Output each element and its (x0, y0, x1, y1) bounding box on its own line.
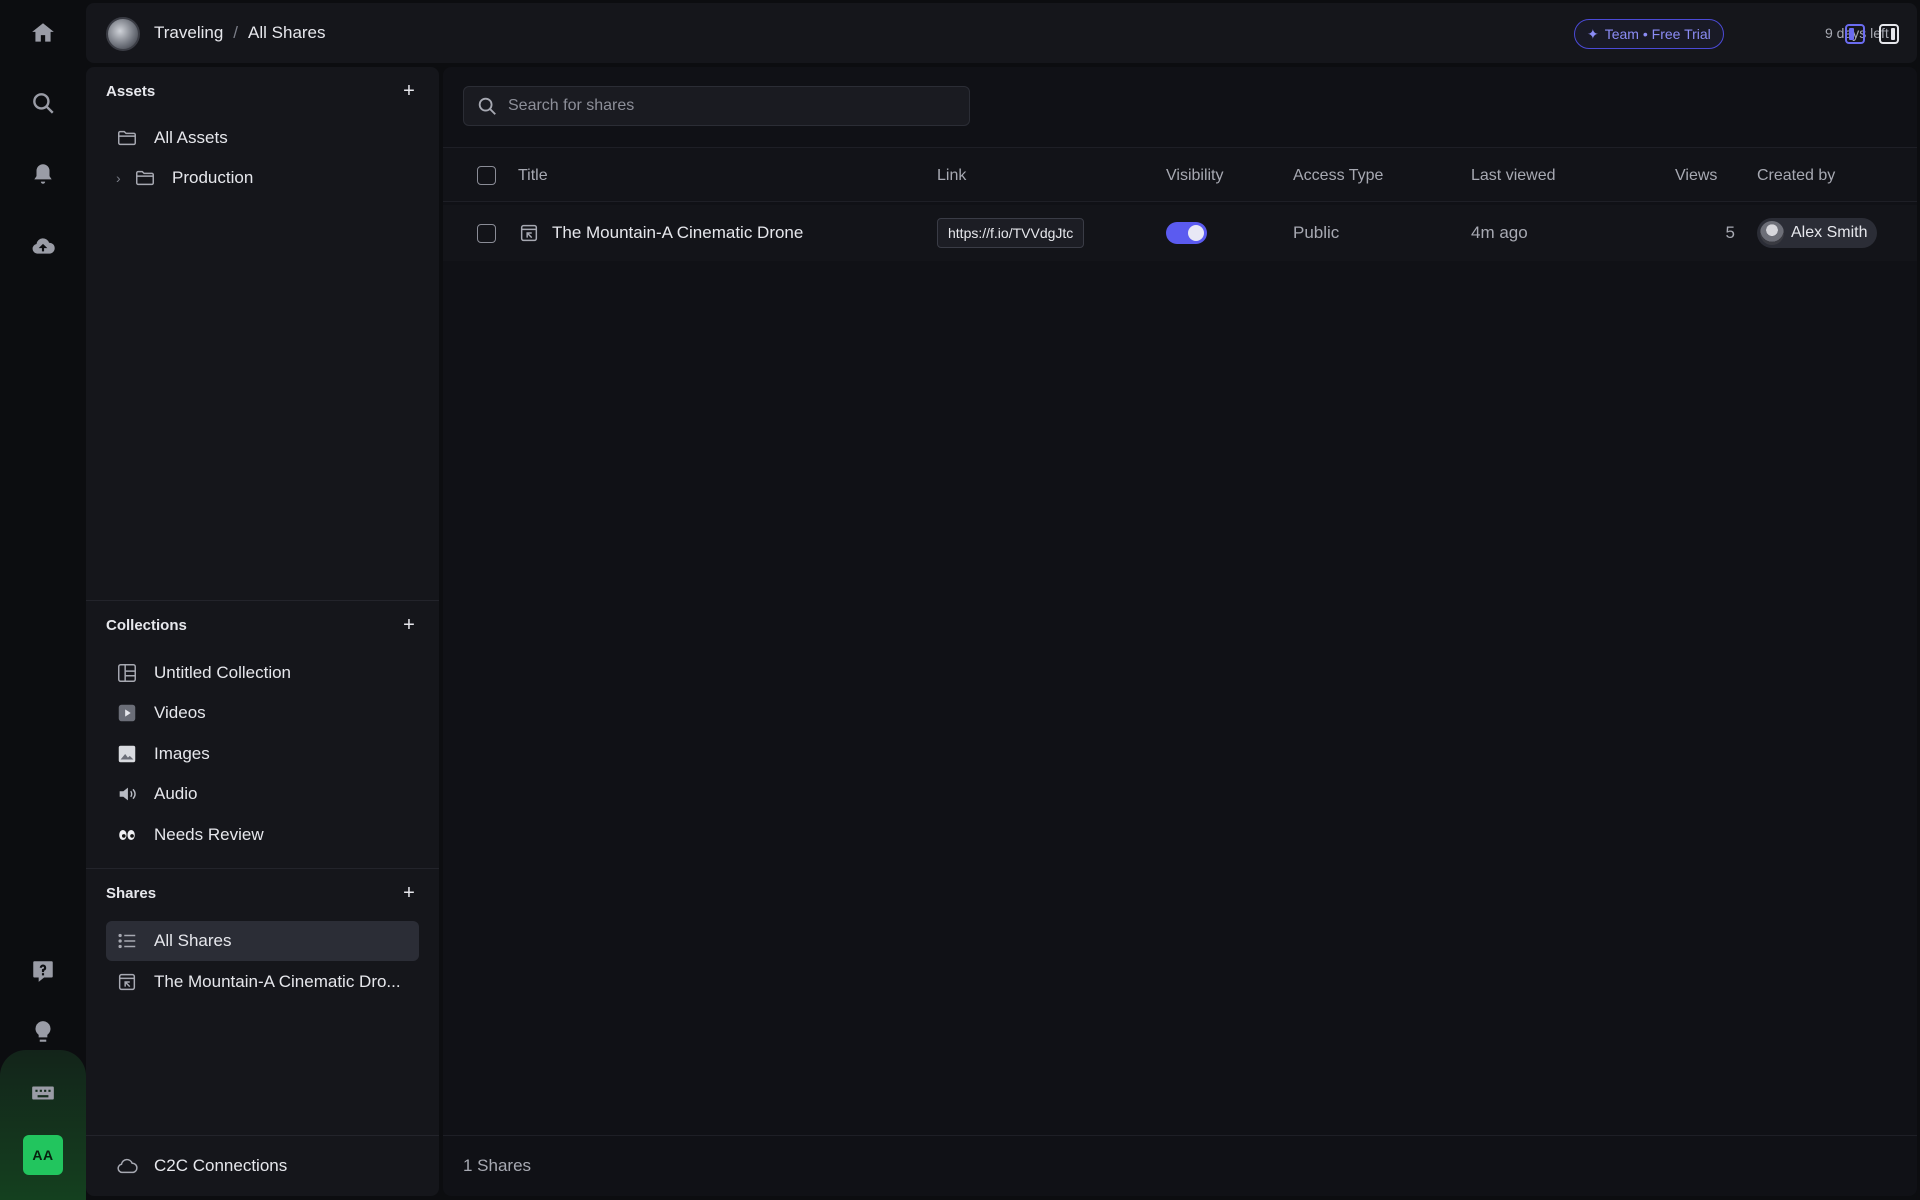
top-bar: Traveling / All Shares ✦ Team • Free Tri… (86, 3, 1917, 63)
home-icon[interactable] (24, 14, 62, 52)
search-icon (478, 97, 496, 115)
assets-section-title: Assets (106, 82, 156, 100)
breadcrumb: Traveling / All Shares (154, 3, 326, 63)
image-icon (114, 741, 140, 767)
creator-chip[interactable]: Alex Smith (1757, 218, 1878, 248)
shares-section-title: Shares (106, 884, 157, 902)
left-panel-toggle-icon[interactable] (1845, 24, 1865, 44)
share-item-all-shares[interactable]: All Shares (106, 921, 419, 961)
add-collection-button[interactable]: + (399, 615, 419, 635)
row-access-type: Public (1293, 223, 1340, 242)
lightbulb-icon[interactable] (24, 1013, 62, 1051)
list-icon (114, 928, 140, 954)
visibility-toggle[interactable] (1166, 222, 1207, 244)
collection-item-audio[interactable]: Audio (106, 775, 419, 813)
table-row[interactable]: The Mountain-A Cinematic Drone https://f… (443, 205, 1917, 261)
folder-icon (132, 165, 158, 191)
breadcrumb-current: All Shares (248, 23, 326, 42)
section-divider (86, 600, 439, 601)
cloud-icon (114, 1153, 140, 1179)
column-header-link[interactable]: Link (937, 148, 966, 203)
collection-item-videos[interactable]: Videos (106, 694, 419, 732)
collections-section-title: Collections (106, 616, 187, 634)
collection-label: Audio (154, 784, 198, 803)
c2c-label: C2C Connections (154, 1156, 288, 1175)
collection-label: Videos (154, 703, 206, 722)
help-icon[interactable] (24, 952, 62, 990)
workspace-avatar[interactable] (106, 17, 140, 51)
row-link-cell: https://f.io/TVVdgJtc (937, 205, 1085, 261)
shares-section-header: Shares + (106, 878, 419, 908)
share-item-label: The Mountain-A Cinematic Dro... (154, 972, 401, 991)
add-asset-button[interactable]: + (399, 81, 419, 101)
collection-label: Needs Review (154, 825, 264, 844)
tree-item-all-assets[interactable]: All Assets (106, 119, 419, 157)
account-area (0, 1050, 86, 1200)
share-item-label: All Shares (154, 931, 232, 950)
collection-label: Untitled Collection (154, 663, 292, 682)
layout-grid-icon (114, 660, 140, 686)
select-all-checkbox[interactable] (477, 166, 496, 185)
sparkle-icon: ✦ (1587, 25, 1599, 42)
eyes-icon (114, 822, 140, 848)
assets-section-header: Assets + (106, 76, 419, 106)
share-icon (114, 969, 140, 995)
right-panel-toggle-icon[interactable] (1879, 24, 1899, 44)
column-header-access-type[interactable]: Access Type (1293, 148, 1383, 203)
c2c-connections-link[interactable]: C2C Connections (106, 1147, 419, 1185)
tree-item-label: Production (172, 168, 254, 187)
icon-rail: AA (0, 0, 86, 1200)
search-box (463, 86, 970, 126)
row-checkbox-cell (477, 205, 496, 261)
collections-section-header: Collections + (106, 610, 419, 640)
search-input[interactable] (508, 97, 948, 115)
bell-icon[interactable] (24, 155, 62, 193)
share-icon (520, 224, 538, 242)
table-header: Title Link Visibility Access Type Last v… (443, 147, 1917, 202)
section-divider (86, 1135, 439, 1136)
user-avatar[interactable]: AA (23, 1135, 63, 1175)
avatar (1760, 221, 1784, 245)
chevron-right-icon[interactable]: › (116, 170, 128, 186)
speaker-icon (114, 781, 140, 807)
row-title[interactable]: The Mountain-A Cinematic Drone (552, 223, 803, 243)
creator-name: Alex Smith (1791, 224, 1868, 241)
folder-icon (114, 125, 140, 151)
select-all-checkbox-cell (477, 148, 496, 203)
add-share-button[interactable]: + (399, 883, 419, 903)
upload-cloud-icon[interactable] (24, 227, 62, 265)
play-icon (114, 700, 140, 726)
column-header-title[interactable]: Title (518, 148, 548, 203)
shares-count-footer: 1 Shares (443, 1135, 1917, 1196)
share-item-mountain[interactable]: The Mountain-A Cinematic Dro... (106, 963, 419, 1001)
navigation-panel: Assets + All Assets › Production Collect… (86, 67, 439, 1196)
row-title-cell: The Mountain-A Cinematic Drone (518, 205, 803, 261)
trial-label: Team • Free Trial (1604, 26, 1711, 42)
row-visibility-cell (1166, 205, 1207, 261)
search-icon[interactable] (24, 84, 62, 122)
column-header-created-by[interactable]: Created by (1757, 148, 1835, 203)
collection-item-needs-review[interactable]: Needs Review (106, 816, 419, 854)
breadcrumb-separator: / (233, 23, 239, 42)
collection-label: Images (154, 744, 210, 763)
tree-item-production[interactable]: › Production (106, 159, 419, 197)
keyboard-icon[interactable] (24, 1074, 62, 1112)
row-checkbox[interactable] (477, 223, 496, 243)
section-divider (86, 868, 439, 869)
collection-item-images[interactable]: Images (106, 735, 419, 773)
share-link-field[interactable]: https://f.io/TVVdgJtc (937, 218, 1085, 248)
tree-item-label: All Assets (154, 128, 228, 147)
column-header-visibility[interactable]: Visibility (1166, 148, 1224, 203)
breadcrumb-workspace[interactable]: Traveling (154, 23, 223, 43)
trial-badge[interactable]: ✦ Team • Free Trial (1574, 19, 1724, 49)
column-header-views[interactable]: Views (1675, 148, 1717, 203)
shares-main-panel: Title Link Visibility Access Type Last v… (443, 67, 1917, 1196)
row-views: 5 (1725, 223, 1735, 242)
row-created-by-cell: Alex Smith (1757, 205, 1878, 261)
row-last-viewed: 4m ago (1471, 223, 1528, 242)
collection-item-untitled[interactable]: Untitled Collection (106, 654, 419, 692)
column-header-last-viewed[interactable]: Last viewed (1471, 148, 1556, 203)
toggle-knob (1188, 225, 1204, 241)
